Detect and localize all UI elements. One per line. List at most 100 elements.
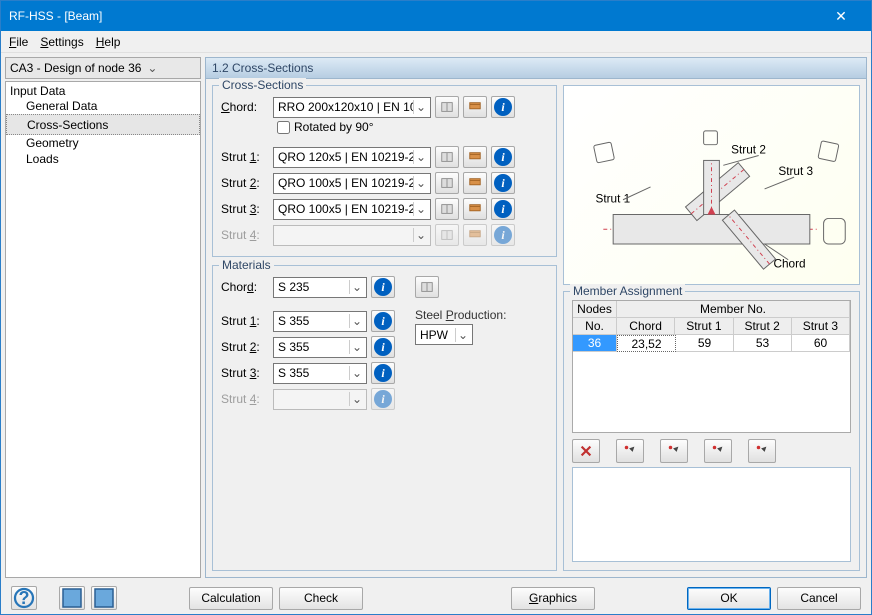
library-button[interactable]	[435, 146, 459, 168]
strut3-section-select[interactable]: QRO 100x5 | EN 10219-2:20⌄	[273, 199, 431, 220]
case-combo[interactable]: CA3 - Design of node 36 ⌄	[5, 57, 201, 79]
chord-section-select[interactable]: RRO 200x120x10 | EN 1021!⌄	[273, 97, 431, 118]
chevron-down-icon: ⌄	[349, 392, 364, 406]
info-button[interactable]: i	[371, 362, 395, 384]
ok-button[interactable]: OK	[687, 587, 771, 610]
close-icon[interactable]: ✕	[819, 8, 863, 25]
svg-text:?: ?	[19, 588, 30, 608]
col-nodes: Nodes	[573, 301, 617, 318]
pick-strut1-button[interactable]	[660, 439, 688, 463]
calculation-button[interactable]: Calculation	[189, 587, 273, 610]
strut2-section-select[interactable]: QRO 100x5 | EN 10219-2:20⌄	[273, 173, 431, 194]
pick-button[interactable]	[463, 198, 487, 220]
info-icon: i	[494, 98, 512, 116]
info-button[interactable]: i	[491, 198, 515, 220]
table-row[interactable]: 36 23,52 59 53 60	[573, 335, 850, 352]
info-button: i	[491, 224, 515, 246]
strut2-label: Strut 2:	[221, 176, 269, 190]
pick-strut2-button[interactable]	[704, 439, 732, 463]
mat-chord-label: Chord:	[221, 280, 269, 294]
tree-item-general[interactable]: General Data	[6, 98, 200, 114]
strut4-label: Strut 4:	[221, 228, 269, 242]
tree-item-cross-sections[interactable]: Cross-Sections	[6, 114, 200, 135]
chevron-down-icon: ⌄	[413, 150, 428, 164]
group-cross-sections: Cross-Sections Chord: RRO 200x120x10 | E…	[212, 85, 557, 257]
chevron-down-icon: ⌄	[413, 176, 428, 190]
app-window: RF-HSS - [Beam] ✕ File Settings Help CA3…	[0, 0, 872, 615]
nav-tree[interactable]: Input Data General Data Cross-Sections G…	[5, 81, 201, 578]
info-button[interactable]: i	[371, 336, 395, 358]
cell-chord[interactable]: 23,52	[617, 335, 676, 352]
pane-right: Strut 1 Strut 2 Strut 3 Chord Member Ass…	[563, 85, 860, 571]
legend-mat: Materials	[219, 258, 274, 272]
mat-strut3-label: Strut 3:	[221, 366, 269, 380]
steel-production-select[interactable]: HPW⌄	[415, 324, 473, 345]
delete-button[interactable]	[572, 439, 600, 463]
pick-button[interactable]	[463, 172, 487, 194]
legend-member: Member Assignment	[570, 284, 685, 298]
info-icon: i	[374, 278, 392, 296]
info-icon: i	[494, 148, 512, 166]
pick-strut3-button[interactable]	[748, 439, 776, 463]
pick-chord-button[interactable]	[616, 439, 644, 463]
rotated-checkbox[interactable]	[277, 121, 290, 134]
tree-item-geometry[interactable]: Geometry	[6, 135, 200, 151]
check-button[interactable]: Check	[279, 587, 363, 610]
chord-label: Chord:	[221, 100, 269, 114]
library-button	[435, 224, 459, 246]
pick-button	[463, 224, 487, 246]
right-column: 1.2 Cross-Sections Cross-Sections Chord:…	[205, 57, 867, 578]
menubar: File Settings Help	[1, 31, 871, 53]
library-button[interactable]	[435, 172, 459, 194]
strut3-label: Strut 3:	[221, 202, 269, 216]
pick-button[interactable]	[463, 146, 487, 168]
chevron-down-icon: ⌄	[349, 340, 364, 354]
menu-file[interactable]: File	[9, 35, 28, 49]
cancel-button[interactable]: Cancel	[777, 587, 861, 610]
info-icon: i	[374, 390, 392, 408]
mat-strut3-select[interactable]: S 355⌄	[273, 363, 367, 384]
library-button[interactable]	[435, 96, 459, 118]
info-button[interactable]: i	[371, 310, 395, 332]
library-button[interactable]	[435, 198, 459, 220]
info-icon: i	[494, 200, 512, 218]
info-icon: i	[374, 338, 392, 356]
cell-strut2[interactable]: 53	[734, 335, 792, 352]
col-strut2: Strut 2	[734, 318, 792, 335]
mat-strut1-select[interactable]: S 355⌄	[273, 311, 367, 332]
rotated-label: Rotated by 90°	[294, 120, 374, 134]
comment-area[interactable]	[572, 467, 851, 562]
library-button[interactable]	[415, 276, 439, 298]
info-button[interactable]: i	[491, 146, 515, 168]
chevron-down-icon: ⌄	[349, 314, 364, 328]
info-button[interactable]: i	[491, 96, 515, 118]
diagram-label-chord: Chord	[773, 257, 805, 271]
member-table[interactable]: Nodes Member No. No. Chord Strut 1 Strut…	[572, 300, 851, 433]
info-button[interactable]: i	[371, 276, 395, 298]
graphics-button[interactable]: Graphics	[511, 587, 595, 610]
chevron-down-icon: ⌄	[349, 280, 364, 294]
chevron-down-icon: ⌄	[413, 228, 428, 242]
cell-node[interactable]: 36	[573, 335, 617, 352]
help-button[interactable]: ?	[11, 586, 37, 610]
tree-item-loads[interactable]: Loads	[6, 151, 200, 167]
units-button[interactable]	[59, 586, 85, 610]
mat-strut2-label: Strut 2:	[221, 340, 269, 354]
legend-cross: Cross-Sections	[219, 78, 306, 92]
pick-button[interactable]	[463, 96, 487, 118]
info-button[interactable]: i	[491, 172, 515, 194]
menu-settings[interactable]: Settings	[40, 35, 83, 49]
cell-strut1[interactable]: 59	[676, 335, 734, 352]
mat-strut2-select[interactable]: S 355⌄	[273, 337, 367, 358]
chevron-down-icon: ⌄	[413, 202, 428, 216]
chevron-down-icon: ⌄	[349, 366, 364, 380]
mat-chord-select[interactable]: S 235⌄	[273, 277, 367, 298]
cell-strut3[interactable]: 60	[792, 335, 850, 352]
panes: Cross-Sections Chord: RRO 200x120x10 | E…	[205, 79, 867, 578]
export-button[interactable]	[91, 586, 117, 610]
tree-root[interactable]: Input Data	[6, 84, 200, 98]
strut1-section-select[interactable]: QRO 120x5 | EN 10219-2:20⌄	[273, 147, 431, 168]
chevron-down-icon: ⌄	[413, 100, 428, 114]
menu-help[interactable]: Help	[96, 35, 121, 49]
col-no: No.	[573, 318, 617, 335]
